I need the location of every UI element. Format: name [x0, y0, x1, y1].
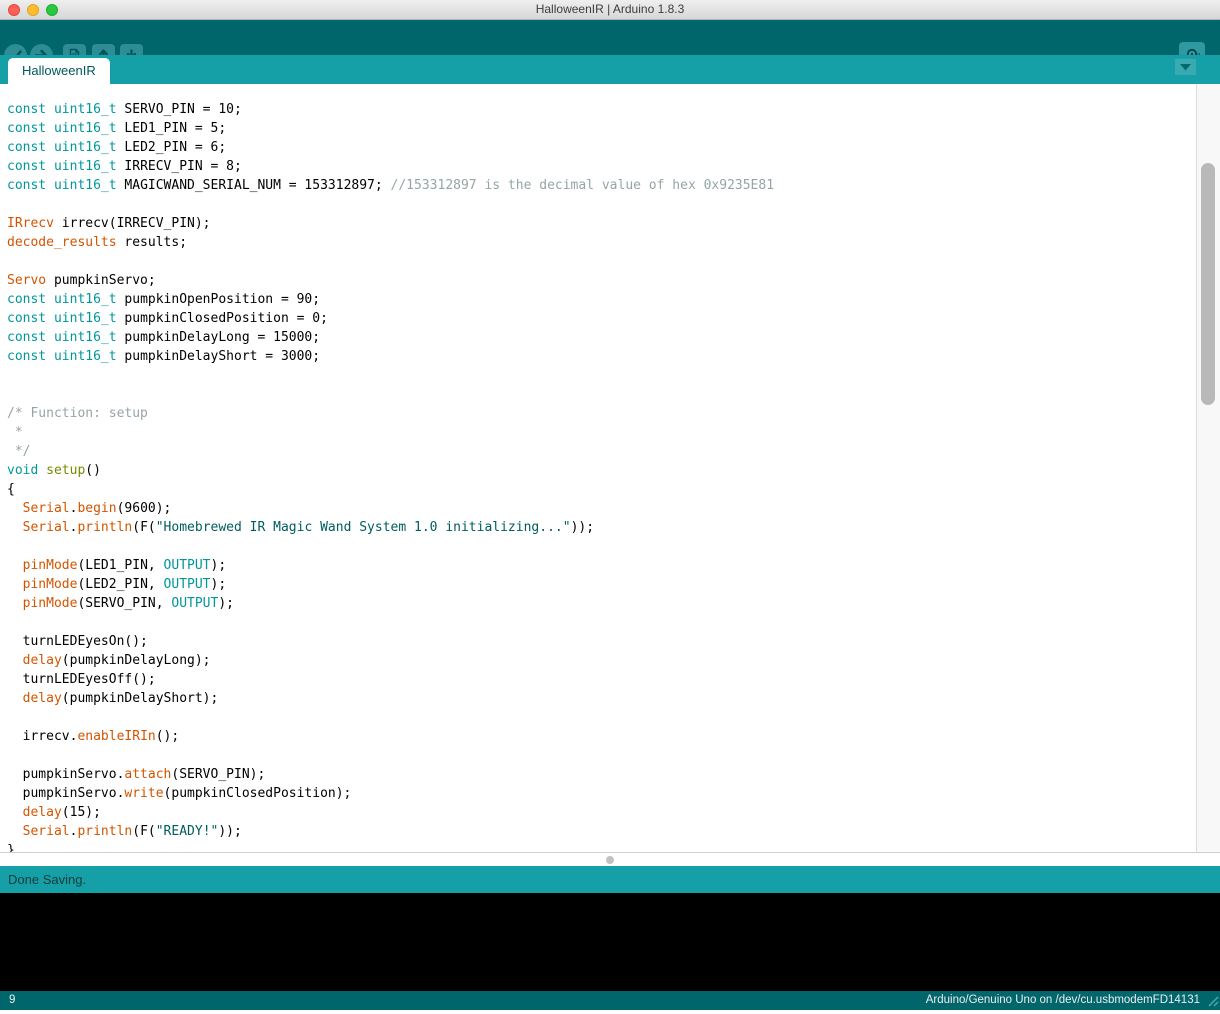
code-line: /* Function: setup: [7, 404, 1196, 423]
chevron-down-icon: [1180, 58, 1191, 76]
zoom-window-button[interactable]: [46, 4, 58, 16]
code-line: pinMode(SERVO_PIN, OUTPUT);: [7, 594, 1196, 613]
code-line: delay(15);: [7, 803, 1196, 822]
code-line: [7, 385, 1196, 404]
code-line: [7, 195, 1196, 214]
code-line: const uint16_t LED1_PIN = 5;: [7, 119, 1196, 138]
console-output: [0, 893, 1220, 991]
code-line: [7, 366, 1196, 385]
window-title: HalloweenIR | Arduino 1.8.3: [0, 0, 1220, 19]
editor-scrollbar[interactable]: [1196, 84, 1220, 852]
code-line: *: [7, 423, 1196, 442]
tab-halloweenir[interactable]: HalloweenIR: [8, 58, 110, 84]
code-line: const uint16_t pumpkinOpenPosition = 90;: [7, 290, 1196, 309]
code-line: IRrecv irrecv(IRRECV_PIN);: [7, 214, 1196, 233]
code-line: [7, 613, 1196, 632]
code-editor[interactable]: const uint16_t SERVO_PIN = 10;const uint…: [0, 84, 1196, 852]
toolbar: [0, 20, 1220, 55]
code-line: decode_results results;: [7, 233, 1196, 252]
code-line: turnLEDEyesOn();: [7, 632, 1196, 651]
code-line: pumpkinServo.attach(SERVO_PIN);: [7, 765, 1196, 784]
splitter-grip-icon[interactable]: [606, 856, 614, 864]
code-line: delay(pumpkinDelayLong);: [7, 651, 1196, 670]
editor-console-splitter[interactable]: [0, 852, 1220, 866]
code-area[interactable]: const uint16_t SERVO_PIN = 10;const uint…: [0, 84, 1196, 852]
status-bar: Done Saving.: [0, 866, 1220, 893]
code-line: {: [7, 480, 1196, 499]
code-line: void setup(): [7, 461, 1196, 480]
code-line: pumpkinServo.write(pumpkinClosedPosition…: [7, 784, 1196, 803]
editor-scrollbar-thumb[interactable]: [1201, 163, 1215, 405]
footer-bar: 9 Arduino/Genuino Uno on /dev/cu.usbmode…: [0, 991, 1220, 1010]
code-line: Serial.println(F("READY!"));: [7, 822, 1196, 841]
code-line: [7, 537, 1196, 556]
code-line: Servo pumpkinServo;: [7, 271, 1196, 290]
tab-label: HalloweenIR: [22, 63, 96, 78]
code-line: irrecv.enableIRIn();: [7, 727, 1196, 746]
tab-list-dropdown-button[interactable]: [1175, 59, 1196, 75]
code-line: delay(pumpkinDelayShort);: [7, 689, 1196, 708]
title-bar: HalloweenIR | Arduino 1.8.3: [0, 0, 1220, 20]
code-line: const uint16_t SERVO_PIN = 10;: [7, 100, 1196, 119]
code-line: [7, 746, 1196, 765]
code-line: const uint16_t pumpkinClosedPosition = 0…: [7, 309, 1196, 328]
code-line: const uint16_t pumpkinDelayShort = 3000;: [7, 347, 1196, 366]
resize-grip-icon[interactable]: [1205, 993, 1219, 1014]
code-line: const uint16_t IRRECV_PIN = 8;: [7, 157, 1196, 176]
code-line: const uint16_t LED2_PIN = 6;: [7, 138, 1196, 157]
code-line: }: [7, 841, 1196, 852]
code-line: const uint16_t pumpkinDelayLong = 15000;: [7, 328, 1196, 347]
code-line: pinMode(LED2_PIN, OUTPUT);: [7, 575, 1196, 594]
close-window-button[interactable]: [8, 4, 20, 16]
code-line: [7, 708, 1196, 727]
code-line: Serial.println(F("Homebrewed IR Magic Wa…: [7, 518, 1196, 537]
code-line: const uint16_t MAGICWAND_SERIAL_NUM = 15…: [7, 176, 1196, 195]
board-port-info: Arduino/Genuino Uno on /dev/cu.usbmodemF…: [926, 991, 1200, 1010]
minimize-window-button[interactable]: [27, 4, 39, 16]
code-line: [7, 252, 1196, 271]
code-line: Serial.begin(9600);: [7, 499, 1196, 518]
status-message: Done Saving.: [8, 872, 86, 887]
code-line: turnLEDEyesOff();: [7, 670, 1196, 689]
cursor-line-number: 9: [9, 991, 15, 1010]
tab-bar: HalloweenIR: [0, 55, 1220, 84]
code-line: pinMode(LED1_PIN, OUTPUT);: [7, 556, 1196, 575]
code-line: */: [7, 442, 1196, 461]
